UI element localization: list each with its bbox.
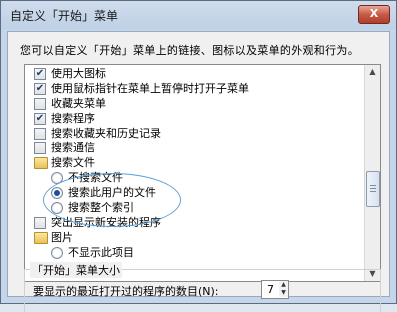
- window-title: 自定义「开始」菜单: [10, 9, 119, 23]
- option-checkbox[interactable]: ✔: [34, 112, 46, 125]
- options-list: ✔ 使用大图标 ✔ 使用鼠标指针在菜单上暂停时打开子菜单 收藏夹菜单 ✔ 搜索程序 搜索收藏夹…: [25, 66, 365, 260]
- scroll-up-arrow-icon[interactable]: ▲: [366, 65, 379, 79]
- option-row[interactable]: 收藏夹菜单: [25, 96, 365, 111]
- option-label: 图片: [51, 230, 73, 244]
- option-label: 搜索收藏夹和历史记录: [51, 126, 161, 140]
- option-label: 使用大图标: [51, 67, 106, 80]
- start-menu-size-group: 「开始」菜单大小 要显示的最近打开过的程序的数目(N): 7 ▲ ▼: [24, 262, 381, 312]
- close-button[interactable]: X: [358, 5, 390, 24]
- option-label: 收藏夹菜单: [51, 96, 106, 110]
- folder-icon: [34, 157, 48, 170]
- option-row[interactable]: 搜索通信: [25, 140, 365, 155]
- dialog-client-area: 您可以自定义「开始」菜单上的链接、图标以及菜单的外观和行为。 ✔ 使用大图标 ✔ 使用…: [7, 31, 390, 312]
- option-checkbox[interactable]: [34, 127, 46, 140]
- group-legend: 「开始」菜单大小: [30, 262, 122, 278]
- option-row[interactable]: 图片: [25, 230, 365, 245]
- vertical-scrollbar[interactable]: ▲ ▼: [364, 65, 380, 281]
- options-listbox[interactable]: ✔ 使用大图标 ✔ 使用鼠标指针在菜单上暂停时打开子菜单 收藏夹菜单 ✔ 搜索程序 搜索收藏夹…: [24, 64, 381, 282]
- spin-down-arrow-icon[interactable]: ▼: [279, 289, 288, 297]
- folder-icon: [34, 231, 48, 244]
- option-radio[interactable]: [51, 246, 63, 259]
- option-checkbox[interactable]: [34, 142, 46, 155]
- option-row[interactable]: 搜索收藏夹和历史记录: [25, 126, 365, 141]
- scroll-thumb[interactable]: [366, 171, 380, 207]
- option-checkbox[interactable]: ✔: [34, 68, 46, 80]
- option-label: 搜索文件: [51, 156, 95, 170]
- annotation-ellipse: [43, 173, 181, 227]
- option-label: 使用鼠标指针在菜单上暂停时打开子菜单: [51, 81, 249, 95]
- grip-line: [370, 188, 376, 189]
- option-row[interactable]: 不显示此项目: [25, 245, 365, 260]
- option-row[interactable]: 搜索文件: [25, 155, 365, 170]
- option-row[interactable]: ✔ 搜索程序: [25, 111, 365, 126]
- grip-line: [370, 185, 376, 186]
- option-label: 不显示此项目: [68, 245, 134, 259]
- option-label: 搜索程序: [51, 111, 95, 125]
- recent-programs-label: 要显示的最近打开过的程序的数目(N):: [33, 285, 219, 298]
- option-checkbox[interactable]: ✔: [34, 82, 46, 95]
- option-checkbox[interactable]: [34, 97, 46, 110]
- dialog-window: 自定义「开始」菜单 X 您可以自定义「开始」菜单上的链接、图标以及菜单的外观和行…: [0, 0, 397, 312]
- option-row[interactable]: ✔ 使用大图标: [25, 66, 365, 81]
- option-row[interactable]: ✔ 使用鼠标指针在菜单上暂停时打开子菜单: [25, 81, 365, 96]
- recent-programs-value[interactable]: 7: [267, 283, 274, 296]
- dialog-description: 您可以自定义「开始」菜单上的链接、图标以及菜单的外观和行为。: [20, 44, 359, 57]
- option-label: 搜索通信: [51, 141, 95, 155]
- grip-line: [370, 191, 376, 192]
- recent-programs-spinner[interactable]: 7 ▲ ▼: [261, 280, 289, 299]
- option-checkbox[interactable]: [34, 216, 46, 229]
